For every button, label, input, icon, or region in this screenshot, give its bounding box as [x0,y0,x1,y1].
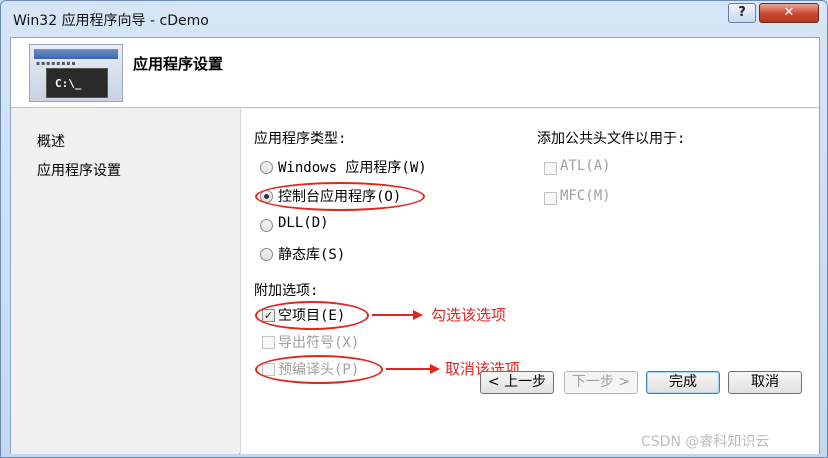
highlight-oval-empty-project [255,301,369,330]
finish-button[interactable]: 完成 [646,371,720,394]
next-button[interactable]: 下一步 > [564,371,638,394]
wizard-sidebar: 概述 应用程序设置 [11,109,239,454]
common-headers-heading: 添加公共头文件以用于: [537,131,686,147]
wizard-header: ▪▪▪▪▪▪▪▪ C:\_ 应用程序设置 [11,38,819,108]
radio-dll-label: DLL(D) [278,215,329,231]
console-text: C:\_ [46,68,108,98]
additional-options-heading: 附加选项: [254,283,319,299]
window-title: Win32 应用程序向导 - cDemo [13,13,209,29]
checkbox-atl[interactable] [544,162,557,175]
checkbox-atl-label: ATL(A) [560,158,611,174]
sidebar-item-app-settings[interactable]: 应用程序设置 [37,160,121,180]
annotation-check-this: 勾选该选项 [431,306,507,324]
radio-windows-app[interactable] [260,161,273,174]
help-button[interactable]: ? [728,3,756,23]
arrow-uncheck-head [430,364,440,374]
wizard-client-area: ▪▪▪▪▪▪▪▪ C:\_ 应用程序设置 概述 应用程序设置 应用程序类型: W… [10,37,820,454]
wizard-window: Win32 应用程序向导 - cDemo ? ✕ ▪▪▪▪▪▪▪▪ C:\_ 应… [0,0,828,458]
checkbox-export-symbols[interactable] [262,336,275,349]
app-type-heading: 应用程序类型: [254,131,347,147]
arrow-check [372,314,414,316]
watermark: CSDN @睿科知识云 [641,434,770,450]
prev-button[interactable]: < 上一步 [480,371,554,394]
checkbox-mfc[interactable] [544,192,557,205]
radio-dll[interactable] [260,219,273,232]
checkbox-mfc-label: MFC(M) [560,188,611,204]
highlight-oval-console [255,182,425,211]
page-title: 应用程序设置 [133,55,224,73]
cancel-button[interactable]: 取消 [728,371,802,394]
radio-windows-app-label: Windows 应用程序(W) [278,160,427,176]
radio-static-lib-label: 静态库(S) [278,247,346,263]
console-app-icon: ▪▪▪▪▪▪▪▪ C:\_ [29,44,123,102]
highlight-oval-precompiled [255,355,383,384]
checkbox-export-symbols-label: 导出符号(X) [278,335,360,351]
radio-static-lib[interactable] [260,248,273,261]
title-bar: Win32 应用程序向导 - cDemo ? ✕ [1,1,827,37]
sidebar-item-overview[interactable]: 概述 [37,131,65,151]
arrow-check-head [413,310,423,320]
close-button[interactable]: ✕ [759,3,819,23]
arrow-uncheck [386,368,431,370]
settings-panel: 应用程序类型: Windows 应用程序(W) 控制台应用程序(O) DLL(D… [240,109,819,454]
